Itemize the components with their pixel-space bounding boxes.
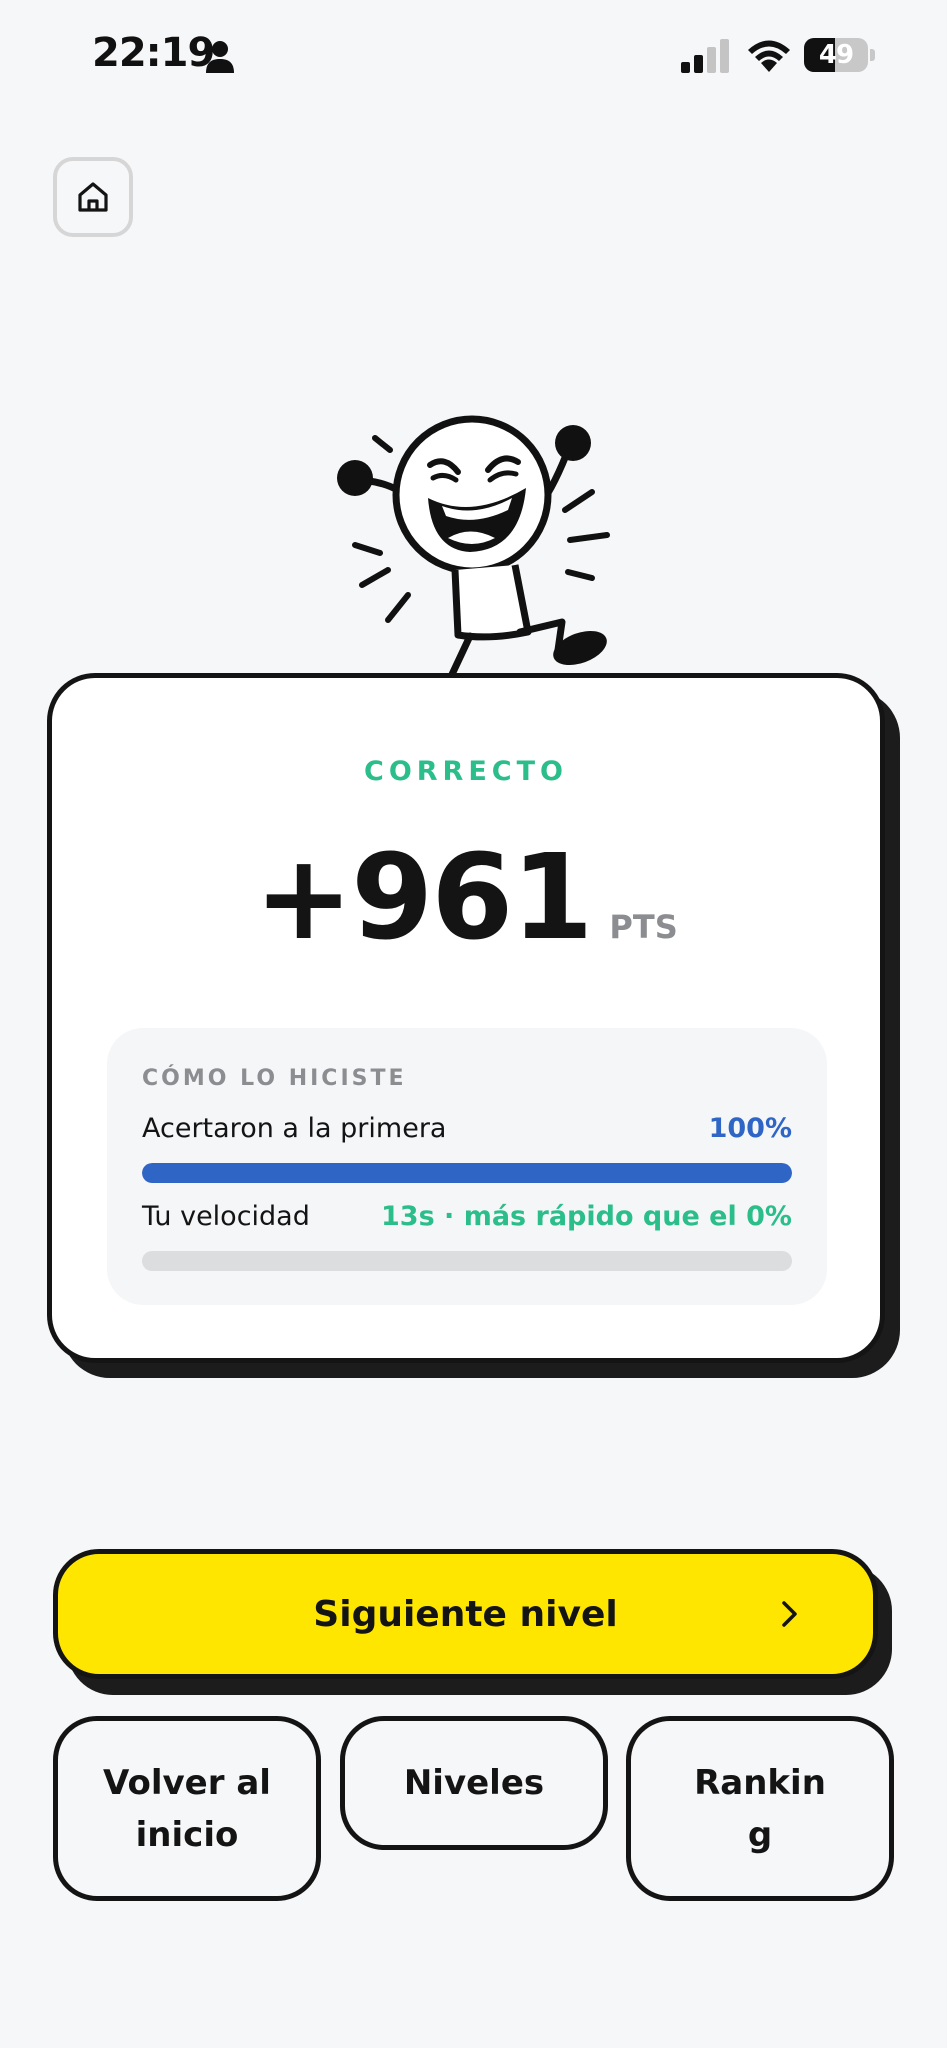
status-time: 22:19 bbox=[92, 30, 215, 76]
first-try-label: Acertaron a la primera bbox=[142, 1113, 447, 1144]
status-bar: 22:19 49 bbox=[0, 0, 947, 115]
first-try-value: 100% bbox=[708, 1113, 792, 1144]
back-home-label: Volver al inicio bbox=[103, 1762, 271, 1855]
back-home-button[interactable]: Volver al inicio bbox=[53, 1716, 321, 1901]
speed-bar bbox=[142, 1251, 792, 1271]
ranking-button[interactable]: Ranking bbox=[626, 1716, 894, 1901]
battery-icon: 49 bbox=[804, 38, 876, 74]
verdict-label: CORRECTO bbox=[364, 756, 568, 787]
speed-label: Tu velocidad bbox=[142, 1201, 310, 1232]
score-unit: PTS bbox=[609, 908, 678, 946]
speed-row: Tu velocidad 13s · más rápido que el 0% bbox=[142, 1201, 792, 1232]
battery-level: 49 bbox=[818, 40, 854, 70]
result-card: CORRECTO +961 PTS CÓMO LO HICISTE Acerta… bbox=[47, 673, 885, 1363]
chevron-right-icon bbox=[782, 1601, 797, 1627]
next-level-label: Siguiente nivel bbox=[313, 1593, 618, 1635]
levels-button[interactable]: Niveles bbox=[340, 1716, 608, 1850]
first-try-bar bbox=[142, 1163, 792, 1183]
speed-value: 13s · más rápido que el 0% bbox=[381, 1201, 792, 1232]
score-row: +961 PTS bbox=[52, 838, 880, 956]
performance-title: CÓMO LO HICISTE bbox=[142, 1066, 407, 1091]
score-value: +961 bbox=[254, 828, 593, 966]
levels-label: Niveles bbox=[403, 1763, 545, 1803]
ranking-label: Ranking bbox=[694, 1762, 826, 1855]
first-try-bar-fill bbox=[142, 1163, 792, 1183]
next-level-button[interactable]: Siguiente nivel bbox=[53, 1549, 878, 1679]
performance-panel: CÓMO LO HICISTE Acertaron a la primera 1… bbox=[107, 1028, 827, 1305]
first-try-row: Acertaron a la primera 100% bbox=[142, 1113, 792, 1144]
person-icon bbox=[206, 41, 234, 73]
wifi-icon bbox=[748, 40, 790, 72]
home-icon bbox=[78, 182, 108, 212]
cellular-signal-icon bbox=[681, 39, 729, 73]
home-button[interactable] bbox=[53, 157, 133, 237]
